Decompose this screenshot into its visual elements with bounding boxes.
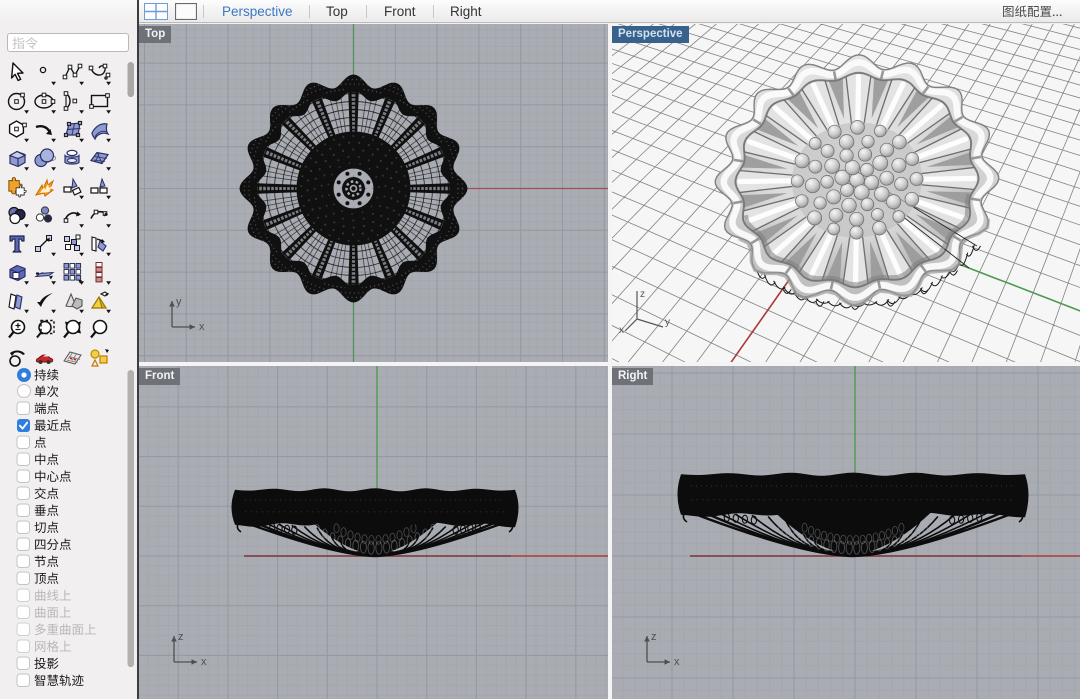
svg-text:x: x	[199, 321, 205, 333]
svg-text:y: y	[665, 317, 670, 328]
svg-text:z: z	[178, 631, 184, 643]
svg-text:x: x	[619, 325, 624, 336]
svg-text:z: z	[651, 631, 657, 643]
svg-text:x: x	[201, 656, 207, 668]
svg-text:x: x	[674, 656, 680, 668]
svg-text:y: y	[176, 296, 182, 308]
svg-text:z: z	[640, 289, 645, 300]
